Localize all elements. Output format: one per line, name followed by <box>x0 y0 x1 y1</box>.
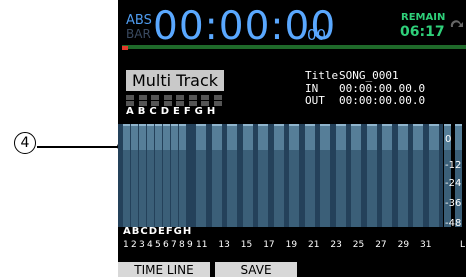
channel-number: 19 <box>285 240 298 250</box>
channel-meter <box>258 124 268 227</box>
group-led <box>151 95 159 100</box>
group-meter <box>123 124 130 227</box>
channel-number: 2 <box>131 240 137 250</box>
channel-meter <box>242 124 253 227</box>
channel-number: 8 <box>179 240 185 250</box>
group-led <box>163 95 172 100</box>
channel-meter <box>413 124 423 227</box>
time-counter-frames: 00 <box>307 26 327 44</box>
playback-progress-bar[interactable] <box>122 45 466 49</box>
channel-number: 15 <box>240 240 253 250</box>
remain-label: REMAIN <box>401 12 446 23</box>
remain-value: 06:17 <box>400 24 445 40</box>
stereo-meter-r <box>455 124 462 227</box>
channel-number: 21 <box>308 240 320 250</box>
channel-number: 1 <box>123 240 129 250</box>
title-value: SONG_0001 <box>339 69 399 82</box>
channel-number: 6 <box>163 240 169 250</box>
channel-number: 4 <box>147 240 153 250</box>
channel-meter <box>320 124 330 227</box>
channel-number: 11 <box>196 240 208 250</box>
channel-number: 27 <box>375 240 387 250</box>
channel-number: 29 <box>397 240 410 250</box>
channel-number: 23 <box>330 240 342 250</box>
channel-meter <box>397 124 408 227</box>
group-meter <box>179 124 186 227</box>
channel-number: 3 <box>139 240 145 250</box>
group-led <box>213 95 222 100</box>
group-meter <box>147 124 154 227</box>
tab-time-line[interactable]: TIME LINE <box>118 262 210 277</box>
meter-scale-label: 0 <box>445 134 452 145</box>
playback-position-marker <box>122 46 128 50</box>
channel-meter <box>304 124 315 227</box>
group-meter <box>163 124 170 227</box>
group-meter <box>155 124 162 227</box>
counter-mode-abs[interactable]: ABS <box>126 14 152 27</box>
meter-scale-label: -24 <box>445 178 462 189</box>
channel-meter <box>196 124 206 227</box>
group-meter <box>131 124 138 227</box>
channel-meter <box>289 124 299 227</box>
channel-number: 17 <box>263 240 275 250</box>
channel-number: 9 <box>187 240 193 250</box>
channel-meter <box>273 124 284 227</box>
callout-number: 4 <box>14 132 36 154</box>
title-label: Title <box>305 69 339 82</box>
group-led <box>176 95 184 100</box>
group-letters-bottom: ABCDEFGH <box>123 226 193 237</box>
channel-meter <box>382 124 392 227</box>
channel-meter <box>366 124 377 227</box>
repeat-icon <box>450 20 463 27</box>
meter-scale-label: -48 <box>445 218 462 229</box>
channel-number: 31 <box>420 240 432 250</box>
recorder-screen: ABS BAR 00:00:00 00 REMAIN 06:17 Multi T… <box>118 0 466 277</box>
channel-meter <box>351 124 361 227</box>
channel-meter <box>211 124 222 227</box>
group-letters-top: ABCDEFGH <box>126 106 220 117</box>
counter-mode-bar[interactable]: BAR <box>126 28 151 40</box>
out-point-value: 00:00:00.00.0 <box>339 94 426 107</box>
multi-track-button[interactable]: Multi Track <box>126 70 224 91</box>
group-led <box>126 95 134 100</box>
channel-number: 13 <box>218 240 230 250</box>
group-meter <box>139 124 146 227</box>
channel-meter <box>227 124 237 227</box>
meter-scale-label: -36 <box>445 198 462 209</box>
channel-number: 7 <box>171 240 177 250</box>
stereo-meter-label: L <box>460 240 466 250</box>
channel-number: 25 <box>352 240 365 250</box>
out-label: OUT <box>305 94 325 107</box>
channel-meter <box>335 124 346 227</box>
channel-number: 5 <box>155 240 161 250</box>
tab-save[interactable]: SAVE <box>215 262 297 277</box>
channel-meter <box>428 124 439 227</box>
group-meter <box>171 124 178 227</box>
group-led <box>138 95 147 100</box>
group-led <box>201 95 209 100</box>
meter-scale-label: -12 <box>445 160 462 171</box>
callout-leader-line <box>37 146 122 148</box>
group-led <box>188 95 197 100</box>
